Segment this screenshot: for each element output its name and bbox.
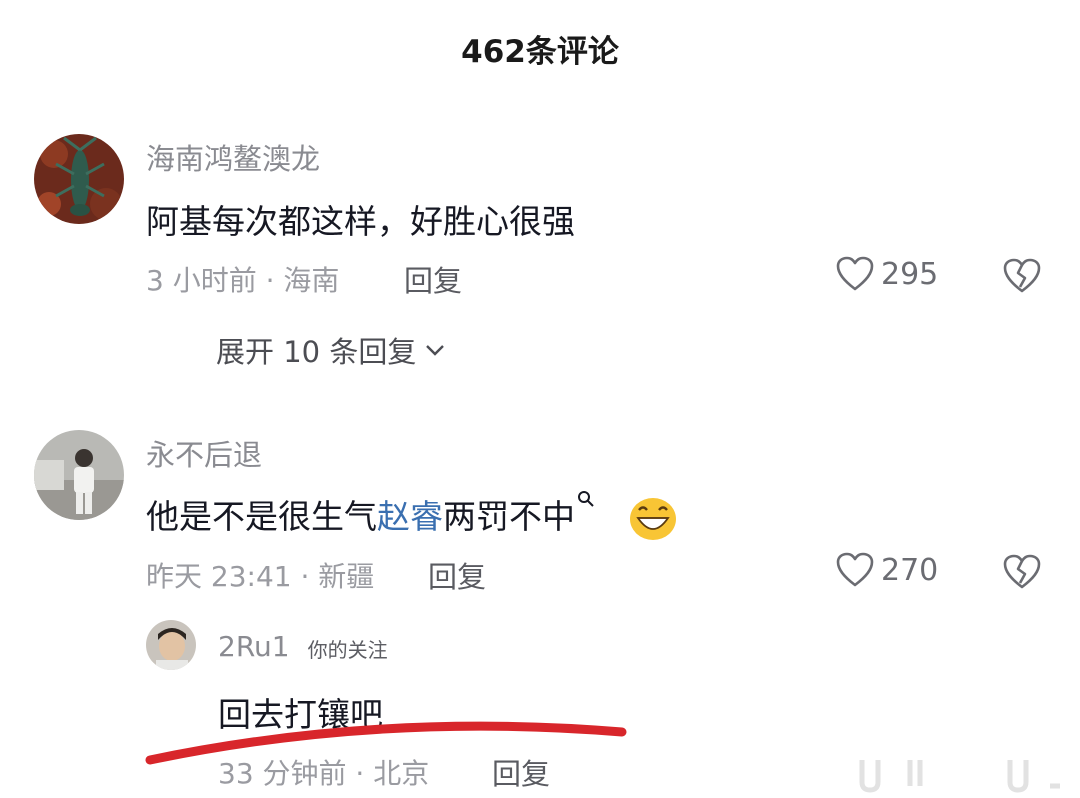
like-button[interactable]: 270 <box>835 551 938 589</box>
avatar[interactable] <box>146 620 196 670</box>
comment-text-prefix: 他是不是很生气 <box>146 497 377 536</box>
dislike-button[interactable] <box>1002 553 1042 595</box>
broken-heart-icon <box>1003 554 1041 589</box>
like-count: 295 <box>881 256 939 292</box>
reply-text: 回去打镶吧 <box>218 695 383 734</box>
expand-replies-button[interactable]: 展开 10 条回复 <box>216 329 446 371</box>
comment-text-suffix: 两罚不中 <box>443 497 575 536</box>
comment-username[interactable]: 海南鸿鳌澳龙 <box>146 136 320 178</box>
like-button[interactable]: 295 <box>835 255 938 293</box>
avatar[interactable] <box>34 430 124 520</box>
dislike-button[interactable] <box>1002 257 1042 299</box>
heart-icon <box>836 256 874 291</box>
watermark-logo <box>859 760 1060 793</box>
following-tag: 你的关注 <box>307 637 388 662</box>
comment-count-title: 462条评论 <box>461 34 619 70</box>
reply-button[interactable]: 回复 <box>492 751 550 793</box>
reply-username[interactable]: 2Ru1 你的关注 <box>218 630 388 663</box>
red-underline-annotation <box>145 721 627 765</box>
search-icon[interactable] <box>577 490 595 508</box>
heart-icon <box>836 552 874 587</box>
broken-heart-icon <box>1003 258 1041 293</box>
grin-emoji-icon <box>629 497 676 540</box>
reply-button[interactable]: 回复 <box>404 258 462 300</box>
comment-text: 阿基每次都这样，好胜心很强 <box>146 202 575 241</box>
avatar[interactable] <box>34 134 124 224</box>
mention-link[interactable]: 赵睿 <box>377 497 443 536</box>
comment-meta: 3 小时前 · 海南 <box>146 264 340 297</box>
comment-text: 他是不是很生气赵睿两罚不中 <box>146 490 678 542</box>
like-count: 270 <box>881 552 939 588</box>
reply-meta: 33 分钟前 · 北京 <box>218 757 430 790</box>
expand-replies-label: 展开 10 条回复 <box>216 335 417 369</box>
person-avatar-image <box>146 620 196 670</box>
comment-meta: 昨天 23:41 · 新疆 <box>146 560 375 593</box>
lobster-avatar-image <box>34 134 124 224</box>
chevron-down-icon <box>426 345 445 356</box>
reply-username-text: 2Ru1 <box>218 630 290 663</box>
person-avatar-image <box>34 430 124 520</box>
comment-username[interactable]: 永不后退 <box>146 432 262 474</box>
reply-button[interactable]: 回复 <box>428 554 486 596</box>
